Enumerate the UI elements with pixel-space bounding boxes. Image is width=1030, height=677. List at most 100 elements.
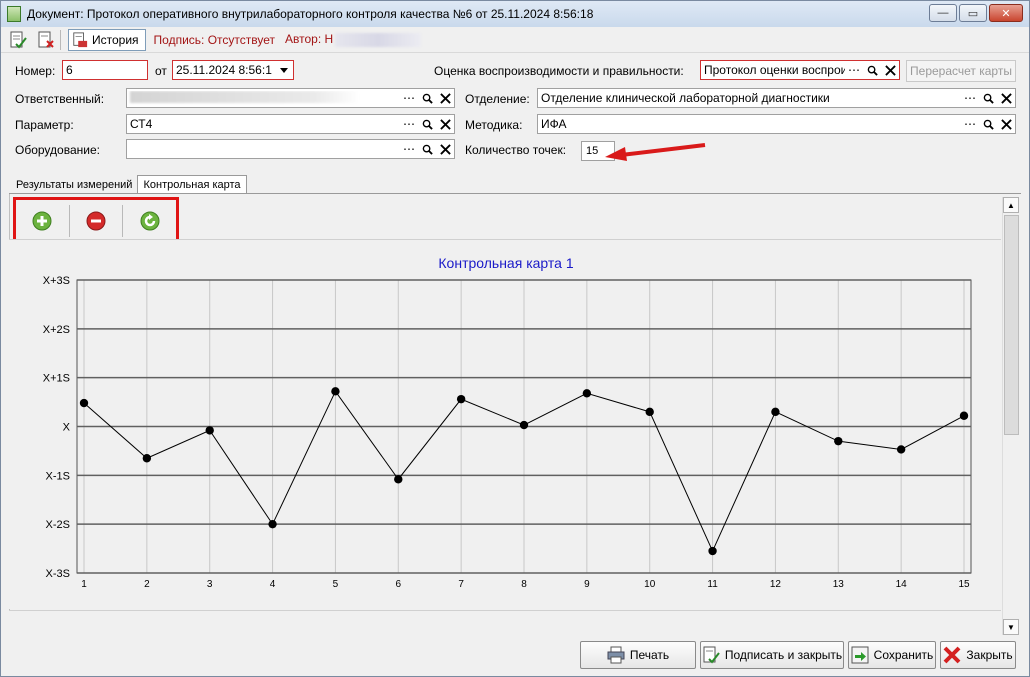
close-label: Закрыть — [966, 648, 1013, 662]
x-tick-label: 14 — [896, 579, 908, 590]
search-icon[interactable] — [418, 115, 436, 133]
refresh-chart-button[interactable] — [123, 200, 176, 242]
x-tick-label: 6 — [396, 579, 402, 590]
sign-document-icon — [703, 646, 720, 664]
ellipsis-icon[interactable]: ⋯ — [961, 89, 979, 107]
close-window-button[interactable]: ✕ — [989, 4, 1023, 22]
responsible-field[interactable]: ⋯ — [126, 88, 455, 108]
data-point — [519, 420, 529, 430]
author-name-redacted — [335, 32, 422, 47]
save-button[interactable]: Сохранить — [848, 641, 936, 669]
ellipsis-icon[interactable]: ⋯ — [961, 115, 979, 133]
equipment-field[interactable]: ⋯ — [126, 139, 455, 159]
data-point — [645, 407, 654, 417]
search-icon[interactable] — [418, 89, 436, 107]
department-value: Отделение клинической лабораторной диагн… — [541, 91, 830, 105]
history-button[interactable]: История — [68, 28, 146, 51]
minus-circle-icon — [86, 211, 106, 231]
x-tick-label: 1 — [81, 579, 87, 590]
unsign-document-button[interactable] — [35, 29, 57, 51]
minimize-button[interactable]: — — [929, 4, 957, 22]
search-icon[interactable] — [863, 61, 881, 79]
data-point — [205, 426, 214, 435]
y-axis-labels: X-3S X-2S X-1S X X+1S X+2S X+3S — [43, 275, 71, 580]
assessment-field[interactable]: Протокол оценки воспрои ⋯ — [700, 60, 900, 80]
equipment-label: Оборудование: — [15, 143, 100, 157]
responsible-redacted — [130, 90, 360, 103]
clear-icon[interactable] — [436, 115, 454, 133]
chevron-down-icon — [280, 68, 288, 73]
y-tick-label: X-3S — [46, 568, 70, 580]
y-tick-label: X+2S — [43, 324, 70, 336]
remove-chart-button[interactable] — [70, 200, 123, 242]
data-point — [79, 398, 89, 408]
scroll-down-button[interactable]: ▼ — [1003, 619, 1019, 635]
refresh-icon — [140, 211, 160, 231]
sign-document-button[interactable] — [7, 29, 29, 51]
sign-and-close-button[interactable]: Подписать и закрыть — [700, 641, 844, 669]
date-field[interactable]: 25.11.2024 8:56:1 — [172, 60, 294, 80]
history-label: История — [92, 32, 139, 47]
search-icon[interactable] — [979, 115, 997, 133]
y-tick-label: X-1S — [46, 470, 70, 482]
clear-icon[interactable] — [881, 61, 899, 79]
number-value: 6 — [66, 63, 73, 77]
document-window: Документ: Протокол оперативного внутрила… — [0, 0, 1030, 677]
add-chart-button[interactable] — [16, 200, 69, 242]
date-dropdown-button[interactable] — [275, 61, 293, 79]
ellipsis-icon[interactable]: ⋯ — [400, 89, 418, 107]
x-tick-label: 5 — [333, 579, 339, 590]
parameter-field[interactable]: СТ4 ⋯ — [126, 114, 455, 134]
ellipsis-icon[interactable]: ⋯ — [845, 61, 863, 79]
save-label: Сохранить — [873, 648, 934, 662]
vertical-scrollbar[interactable]: ▲ ▼ — [1002, 197, 1019, 635]
date-value: 25.11.2024 8:56:1 — [176, 63, 272, 77]
close-icon — [943, 646, 961, 664]
x-tick-label: 2 — [144, 579, 150, 590]
search-icon[interactable] — [979, 89, 997, 107]
x-tick-label: 4 — [270, 579, 276, 590]
x-tick-label: 13 — [833, 579, 845, 590]
number-label: Номер: — [15, 64, 56, 78]
clear-icon[interactable] — [997, 115, 1015, 133]
data-point — [834, 436, 843, 446]
clear-icon[interactable] — [436, 140, 454, 158]
document-toolbar: История Подпись: Отсутствует Автор: Н — [1, 27, 1029, 53]
ellipsis-icon[interactable]: ⋯ — [400, 140, 418, 158]
recalculate-chart-button[interactable]: Перерасчет карты — [906, 60, 1016, 82]
unsign-document-icon — [38, 31, 54, 48]
number-field[interactable]: 6 — [62, 60, 148, 80]
ellipsis-icon[interactable]: ⋯ — [400, 115, 418, 133]
print-label: Печать — [629, 648, 670, 662]
y-tick-label: X-2S — [46, 519, 70, 531]
plus-circle-icon — [32, 211, 52, 231]
data-point — [456, 394, 466, 404]
scroll-up-button[interactable]: ▲ — [1003, 197, 1019, 213]
responsible-value — [127, 90, 400, 106]
method-field[interactable]: ИФА ⋯ — [537, 114, 1016, 134]
tab-measurement-results[interactable]: Результаты измерений — [11, 175, 137, 194]
close-button[interactable]: Закрыть — [940, 641, 1016, 669]
toolbar-separator — [60, 29, 61, 50]
y-tick-label: X+1S — [43, 373, 70, 385]
data-point — [708, 546, 717, 556]
y-tick-label: X — [63, 422, 71, 434]
x-tick-label: 3 — [207, 579, 213, 590]
search-icon[interactable] — [418, 140, 436, 158]
clear-icon[interactable] — [997, 89, 1015, 107]
author-label: Автор: Н — [285, 32, 422, 47]
x-tick-label: 9 — [584, 579, 590, 590]
tab-control-chart[interactable]: Контрольная карта — [137, 175, 247, 194]
print-button[interactable]: Печать — [580, 641, 696, 669]
clear-icon[interactable] — [436, 89, 454, 107]
assessment-value: Протокол оценки воспрои — [704, 63, 845, 77]
x-tick-label: 11 — [707, 579, 718, 590]
data-point — [582, 389, 592, 398]
maximize-button[interactable]: ▭ — [959, 4, 987, 22]
x-tick-label: 7 — [458, 579, 464, 590]
window-controls: — ▭ ✕ — [929, 4, 1023, 22]
horizontal-scrollbar[interactable] — [9, 610, 1001, 634]
department-field[interactable]: Отделение клинической лабораторной диагн… — [537, 88, 1016, 108]
assessment-label: Оценка воспроизводимости и правильности: — [434, 64, 684, 78]
scroll-thumb[interactable] — [1004, 215, 1019, 435]
